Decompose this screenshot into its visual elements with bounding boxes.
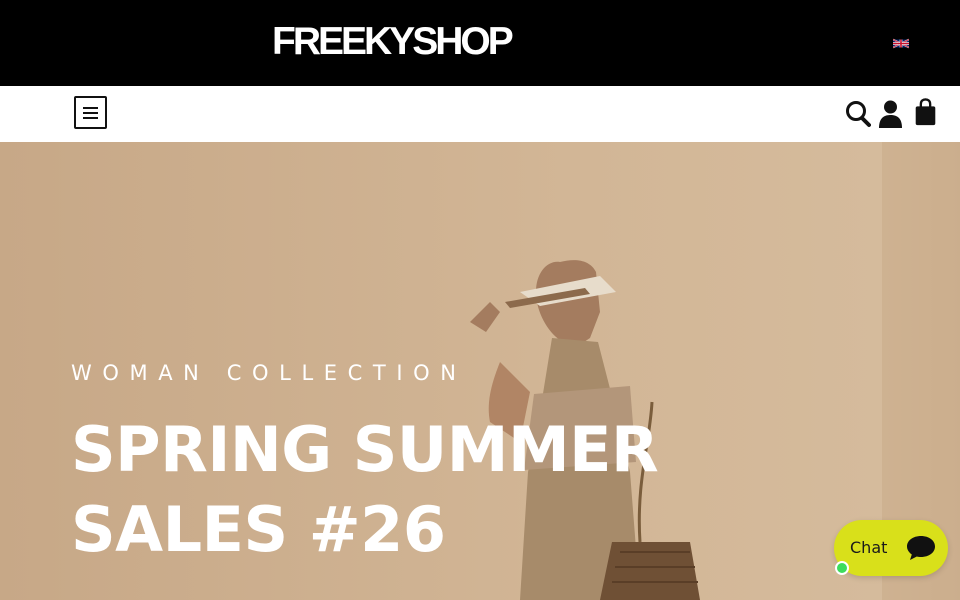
- cart-icon[interactable]: [914, 98, 937, 126]
- site-logo[interactable]: FREEKYSHOP: [272, 18, 514, 66]
- uk-flag-icon[interactable]: [893, 38, 909, 49]
- search-icon[interactable]: [845, 100, 871, 128]
- hero-title: SPRING SUMMER SALES #26: [71, 410, 691, 570]
- top-header: FREEKYSHOP: [0, 0, 960, 86]
- chat-label: Chat: [850, 538, 888, 557]
- hero-title-line-2: SALES #26: [71, 493, 446, 566]
- hamburger-menu-icon: [83, 107, 98, 109]
- menu-button[interactable]: [74, 96, 107, 129]
- chat-bubble-icon: [907, 536, 935, 560]
- chat-button[interactable]: Chat: [834, 520, 948, 576]
- hero-title-line-1: SPRING SUMMER: [71, 413, 659, 486]
- hero-banner[interactable]: WOMAN COLLECTION SPRING SUMMER SALES #26: [0, 142, 960, 600]
- chat-online-indicator: [835, 561, 849, 575]
- hero-eyebrow: WOMAN COLLECTION: [71, 361, 467, 385]
- main-navbar: [0, 86, 960, 142]
- account-icon[interactable]: [879, 100, 902, 128]
